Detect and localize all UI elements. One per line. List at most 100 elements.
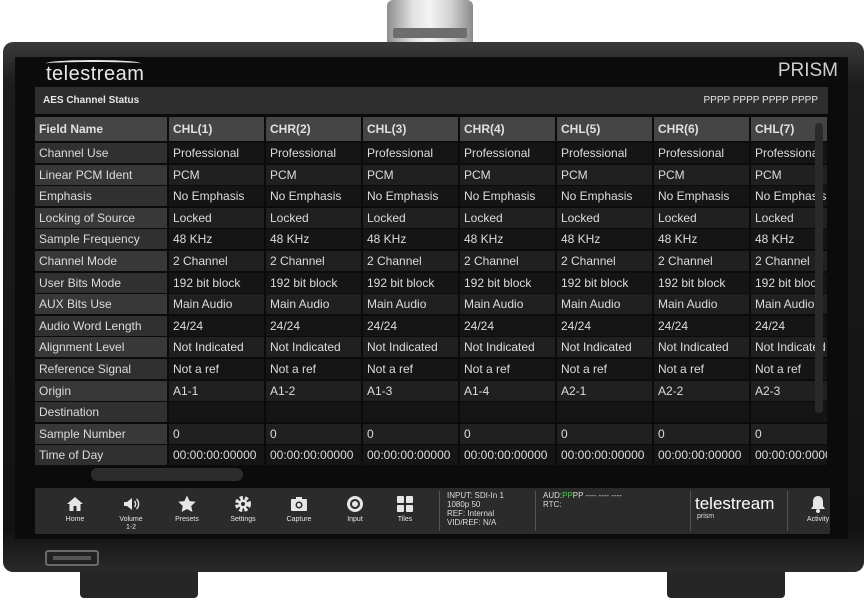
nav-capture-button[interactable]: Capture xyxy=(273,488,325,534)
channel-value-cell xyxy=(363,402,458,423)
channel-value-cell: 00:00:00:00000 xyxy=(460,445,555,465)
bell-icon xyxy=(811,496,825,513)
gear-icon xyxy=(235,496,251,512)
channel-value-cell: 0 xyxy=(169,423,264,444)
channel-value-cell: 192 bit block xyxy=(557,272,652,293)
horizontal-scrollbar[interactable] xyxy=(91,468,243,481)
channel-value-cell: 24/24 xyxy=(363,315,458,336)
header-channel: CHL(3) xyxy=(363,117,458,141)
channel-value-cell: Main Audio xyxy=(460,294,555,315)
activity-button[interactable]: 1 Activity xyxy=(792,488,844,534)
input-status: INPUT: SDI-In 1 1080p 50 REF: Internal V… xyxy=(447,491,504,527)
divider xyxy=(787,491,788,531)
channel-value-cell: A2-2 xyxy=(654,380,749,401)
nav-volume-button[interactable]: Volume 1-2 xyxy=(105,488,157,534)
channel-value-cell: 192 bit block xyxy=(460,272,555,293)
aes-status-table: Field Name CHL(1) CHR(2) CHL(3) CHR(4) CHL(5)… xyxy=(35,117,827,465)
channel-value-cell: Not Indicated xyxy=(169,337,264,358)
channel-value-cell: A1-3 xyxy=(363,380,458,401)
channel-value-cell: Not Indicated xyxy=(363,337,458,358)
channel-value-cell: Main Audio xyxy=(266,294,361,315)
aud-active: PP xyxy=(562,491,573,500)
table-header-row: Field Name CHL(1) CHR(2) CHL(3) CHR(4) CHL(5)… xyxy=(35,117,827,141)
channel-value-cell: Professional xyxy=(557,143,652,163)
channel-value-cell: Locked xyxy=(169,207,264,228)
table-row: Origin A1-1 A1-2 A1-3 A1-4 A2-1 A2-2 A2-3 xyxy=(35,380,827,401)
channel-value-cell: 48 KHz xyxy=(460,229,555,250)
channel-value-cell: Not a ref xyxy=(460,359,555,379)
nav-tiles-button[interactable]: Tiles xyxy=(379,488,431,534)
nav-input-button[interactable]: Input xyxy=(329,488,381,534)
nav-label: Presets xyxy=(175,516,199,523)
channel-value-cell: 192 bit block xyxy=(654,272,749,293)
channel-value-cell: PCM xyxy=(654,164,749,185)
channel-value-cell: Locked xyxy=(654,207,749,228)
channel-value-cell: No Emphasis xyxy=(654,186,749,207)
channel-value-cell: 24/24 xyxy=(557,315,652,336)
device-foot-right xyxy=(667,568,785,598)
header-channel: CHL(1) xyxy=(169,117,264,141)
channel-value-cell: 48 KHz xyxy=(654,229,749,250)
channel-value-cell: Main Audio xyxy=(363,294,458,315)
channel-value-cell: No Emphasis xyxy=(169,186,264,207)
channel-value-cell: 24/24 xyxy=(460,315,555,336)
volume-icon xyxy=(124,498,140,510)
header-channel: CHR(2) xyxy=(266,117,361,141)
field-name-cell: Sample Number xyxy=(35,423,167,444)
channel-value-cell: 48 KHz xyxy=(363,229,458,250)
field-name-cell: Channel Use xyxy=(35,143,167,163)
nav-label: Home xyxy=(65,516,85,523)
input-source: INPUT: SDI-In 1 xyxy=(447,491,504,500)
panel-title: AES Channel Status xyxy=(43,95,140,106)
channel-value-cell: Professional xyxy=(266,143,361,163)
channel-value-cell: No Emphasis xyxy=(460,186,555,207)
channel-value-cell: 0 xyxy=(557,423,652,444)
field-name-cell: Locking of Source xyxy=(35,207,167,228)
channel-value-cell: PCM xyxy=(460,164,555,185)
field-name-cell: Channel Mode xyxy=(35,251,167,271)
channel-status-summary: PPPP PPPP PPPP PPPP xyxy=(703,95,818,106)
footer-brand: telestream xyxy=(695,494,775,513)
header-channel: CHL(5) xyxy=(557,117,652,141)
channel-value-cell: Not a ref xyxy=(363,359,458,379)
channel-value-cell: 2 Channel xyxy=(557,251,652,271)
channel-value-cell: Not a ref xyxy=(266,359,361,379)
table-row: Emphasis No Emphasis No Emphasis No Emphasi… xyxy=(35,186,827,207)
header-channel: CHR(6) xyxy=(654,117,749,141)
channel-value-cell: 2 Channel xyxy=(266,251,361,271)
table-row: Sample Frequency 48 KHz 48 KHz 48 KHz 48 KHz… xyxy=(35,229,827,250)
star-icon xyxy=(178,495,196,512)
channel-value-cell: 0 xyxy=(751,423,827,444)
field-name-cell: Audio Word Length xyxy=(35,315,167,336)
channel-value-cell: No Emphasis xyxy=(266,186,361,207)
table-row: Audio Word Length 24/24 24/24 24/24 24/24 24/… xyxy=(35,315,827,336)
panel-titlebar: AES Channel Status PPPP PPPP PPPP PPPP xyxy=(35,87,828,114)
audio-status: AUD:PPPP ---- ---- ---- RTC: xyxy=(543,491,622,509)
field-name-cell: Linear PCM Ident xyxy=(35,164,167,185)
footer-brand-sub: prism xyxy=(697,513,715,520)
channel-value-cell: 00:00:00:00000 xyxy=(169,445,264,465)
vertical-scrollbar[interactable] xyxy=(815,123,823,413)
channel-value-cell: 00:00:00:00000 xyxy=(654,445,749,465)
channel-value-cell: 48 KHz xyxy=(557,229,652,250)
reference-status: REF: Internal xyxy=(447,509,495,518)
field-name-cell: User Bits Mode xyxy=(35,272,167,293)
channel-value-cell: Professional xyxy=(169,143,264,163)
channel-value-cell: 2 Channel xyxy=(169,251,264,271)
field-name-cell: Time of Day xyxy=(35,445,167,465)
header-channel: CHR(4) xyxy=(460,117,555,141)
aud-label: AUD: xyxy=(543,491,563,500)
divider xyxy=(439,491,440,531)
channel-value-cell: 00:00:00:00000 xyxy=(266,445,361,465)
divider xyxy=(535,491,536,531)
channel-value-cell: Locked xyxy=(363,207,458,228)
table-row: Reference Signal Not a ref Not a ref Not a … xyxy=(35,359,827,379)
nav-home-button[interactable]: Home xyxy=(49,488,101,534)
brand-logo: telestream xyxy=(46,60,145,85)
device-foot-left xyxy=(80,568,198,598)
nav-presets-button[interactable]: Presets xyxy=(161,488,213,534)
table-row: Time of Day 00:00:00:00000 00:00:00:00000 0… xyxy=(35,445,827,465)
nav-settings-button[interactable]: Settings xyxy=(217,488,269,534)
nav-label: Tiles xyxy=(397,516,413,523)
channel-value-cell: Locked xyxy=(460,207,555,228)
